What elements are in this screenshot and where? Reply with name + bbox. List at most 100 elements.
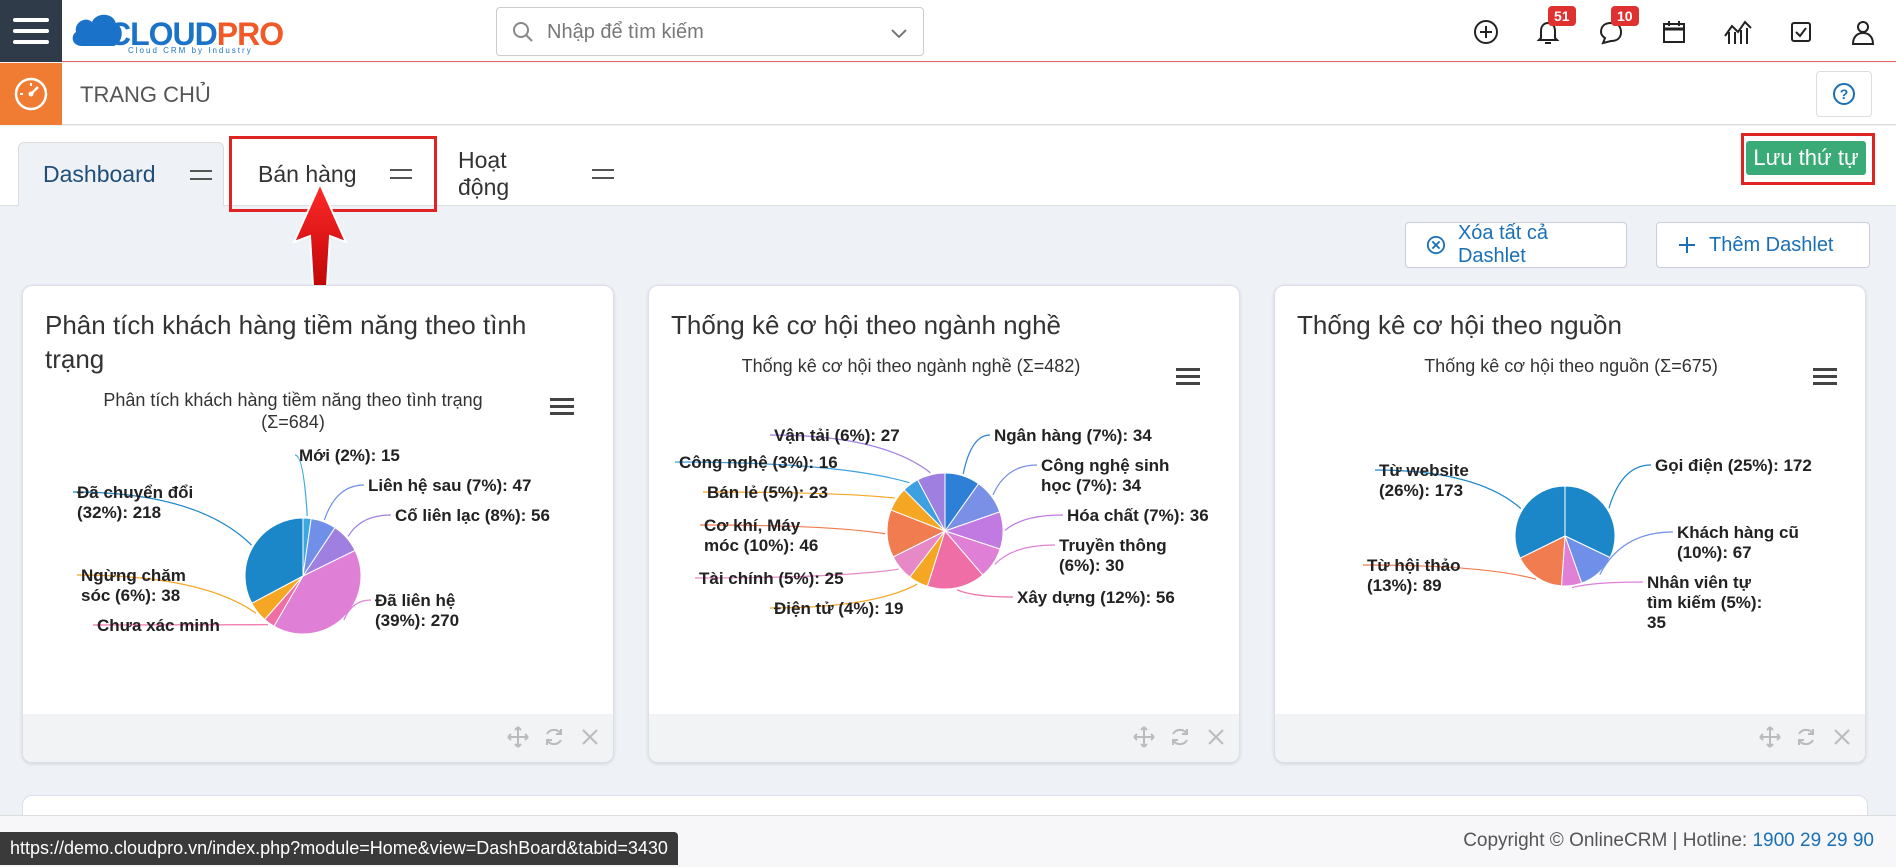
close-icon[interactable]	[579, 726, 601, 748]
slice-label: Đã chuyển đổi	[77, 483, 193, 502]
slice-label: Công nghệ (3%): 16	[679, 453, 838, 472]
slice-label: Hóa chất (7%): 36	[1067, 506, 1209, 525]
slice-label: Nhân viên tự	[1647, 573, 1752, 592]
help-button[interactable]: ?	[1816, 71, 1872, 117]
refresh-icon[interactable]	[1795, 726, 1817, 748]
connector-line	[962, 434, 991, 474]
slice-label: Từ hội thảo	[1367, 556, 1461, 575]
drag-handle-icon[interactable]	[189, 169, 212, 180]
slice-label: học (7%): 34	[1041, 476, 1142, 495]
slice-label: 35	[1647, 613, 1666, 632]
slice-label: (10%): 67	[1677, 543, 1752, 562]
slice-label: Công nghệ sinh	[1041, 456, 1169, 475]
slice-label: Gọi điện (25%): 172	[1655, 456, 1812, 475]
plus-icon	[1679, 237, 1695, 253]
notification-badge: 51	[1548, 6, 1576, 26]
chart-title: Thống kê cơ hội theo ngành nghề (Σ=482)	[742, 356, 1081, 376]
add-dashlet-button[interactable]: Thêm Dashlet	[1656, 222, 1870, 268]
close-icon[interactable]	[1831, 726, 1853, 748]
chat-icon[interactable]: 10	[1595, 6, 1639, 48]
global-search[interactable]	[496, 7, 924, 56]
slice-label: Ngân hàng (7%): 34	[994, 426, 1152, 445]
slice-label: (13%): 89	[1367, 576, 1442, 595]
message-badge: 10	[1611, 6, 1639, 26]
close-circle-icon	[1426, 235, 1446, 255]
copyright-text: Copyright © OnlineCRM | Hotline: 1900 29…	[1463, 830, 1874, 851]
slice-label: Xây dựng (12%): 56	[1017, 588, 1175, 607]
pie-chart: Phân tích khách hàng tiềm năng theo tình…	[72, 390, 574, 635]
slice-label: Bán lẻ (5%): 23	[707, 483, 828, 502]
slice-label: Vận tải (6%): 27	[774, 426, 900, 445]
slice-label: Truyền thông	[1059, 536, 1167, 555]
calendar-icon[interactable]	[1658, 16, 1690, 48]
refresh-icon[interactable]	[543, 726, 565, 748]
save-order-button[interactable]: Lưu thứ tự	[1746, 141, 1866, 175]
dashboard-gauge-icon[interactable]	[0, 63, 62, 125]
hotline-link[interactable]: 1900 29 29 90	[1752, 830, 1874, 851]
dashlet-title: Thống kê cơ hội theo ngành nghề	[671, 310, 1062, 340]
search-icon	[513, 22, 533, 42]
connector-line	[956, 589, 1014, 598]
dashlet-lead-status: Phân tích khách hàng tiềm năng theo tình…	[22, 285, 614, 763]
pie-chart: Thống kê cơ hội theo ngành nghề (Σ=482) …	[674, 356, 1209, 618]
connector-line	[992, 464, 1038, 496]
tab-dashboard[interactable]: Dashboard	[18, 142, 224, 206]
connector-line	[323, 484, 365, 521]
svg-text:?: ?	[1840, 86, 1849, 102]
slice-label: (6%): 30	[1059, 556, 1124, 575]
connector-line	[994, 544, 1056, 565]
dashlet-footer	[23, 714, 613, 762]
slice-label: Tài chính (5%): 25	[699, 569, 844, 588]
slice-label: Cố liên lạc (8%): 56	[395, 506, 550, 525]
slice-label: Chưa xác minh	[97, 616, 220, 635]
dashlet-industry: Thống kê cơ hội theo ngành nghề Thống kê…	[648, 285, 1240, 763]
connector-line	[1608, 464, 1652, 509]
chart-menu-icon[interactable]	[1813, 368, 1837, 385]
dashlet-footer	[1275, 714, 1865, 762]
slice-label: Điện tử (4%): 19	[774, 599, 903, 618]
chart-icon[interactable]	[1722, 16, 1754, 48]
logo-tagline: Cloud CRM by Industry	[128, 46, 253, 55]
slice-label: Khách hàng cũ	[1677, 523, 1799, 542]
tab-hoat-dong[interactable]: Hoạt động	[434, 142, 634, 206]
slice-label: (32%): 218	[77, 503, 161, 522]
menu-icon[interactable]	[0, 0, 62, 62]
user-icon[interactable]	[1847, 16, 1879, 48]
status-bar-url: https://demo.cloudpro.vn/index.php?modul…	[0, 832, 678, 865]
slice-label: Ngừng chăm	[81, 566, 186, 585]
chart-menu-icon[interactable]	[1176, 368, 1200, 385]
slice-label: Từ website	[1379, 461, 1469, 480]
search-input[interactable]	[547, 18, 867, 46]
dashlet-footer	[649, 714, 1239, 762]
close-icon[interactable]	[1205, 726, 1227, 748]
chart-subtitle: (Σ=684)	[261, 412, 325, 432]
slice-label: (26%): 173	[1379, 481, 1463, 500]
move-icon[interactable]	[1759, 726, 1781, 748]
clear-all-dashlets-button[interactable]: Xóa tất cả Dashlet	[1405, 222, 1627, 268]
slice-label: tìm kiếm (5%):	[1647, 593, 1762, 612]
slice-label: (39%): 270	[375, 611, 459, 630]
chart-title: Phân tích khách hàng tiềm năng theo tình…	[103, 390, 482, 410]
page-title: TRANG CHỦ	[80, 82, 211, 107]
slice-label: Mới (2%): 15	[299, 446, 400, 465]
slice-label: sóc (6%): 38	[81, 586, 180, 605]
chevron-down-icon[interactable]	[889, 23, 909, 43]
help-icon: ?	[1833, 83, 1855, 105]
pie-chart: Thống kê cơ hội theo nguồn (Σ=675) Gọi đ…	[1362, 356, 1837, 632]
connector-line	[347, 514, 392, 537]
connector-line	[1004, 514, 1064, 531]
move-icon[interactable]	[1133, 726, 1155, 748]
drag-handle-icon[interactable]	[592, 169, 614, 179]
slice-label: Đã liên hệ	[375, 591, 455, 610]
chart-menu-icon[interactable]	[550, 398, 574, 415]
dashlet-title: Thống kê cơ hội theo nguồn	[1297, 310, 1622, 340]
chart-title: Thống kê cơ hội theo nguồn (Σ=675)	[1424, 356, 1718, 376]
move-icon[interactable]	[507, 726, 529, 748]
refresh-icon[interactable]	[1169, 726, 1191, 748]
slice-label: Cơ khí, Máy	[704, 516, 801, 535]
checkbox-icon[interactable]	[1785, 16, 1817, 48]
plus-circle-icon[interactable]	[1470, 16, 1502, 48]
bell-icon[interactable]: 51	[1532, 6, 1576, 48]
logo[interactable]: CLOUDPRO Cloud CRM by Industry	[70, 6, 300, 56]
slice-label: móc (10%): 46	[704, 536, 818, 555]
